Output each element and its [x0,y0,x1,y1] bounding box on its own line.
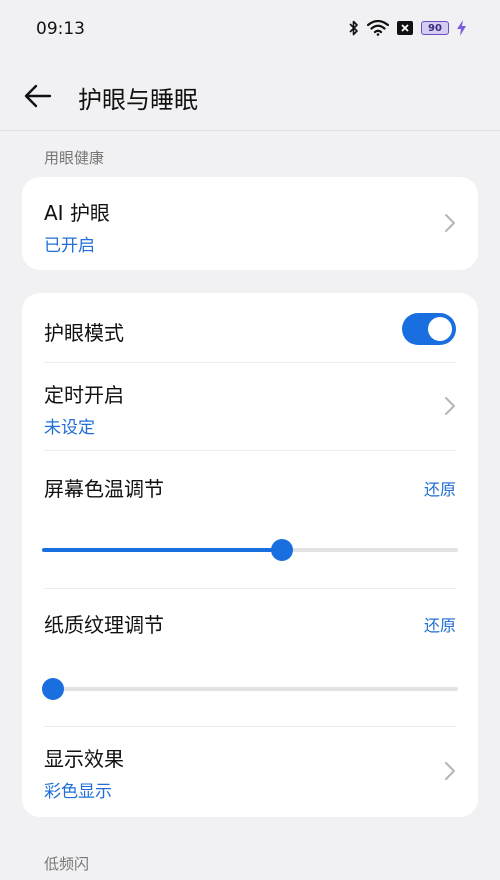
paper-texture-reset-link[interactable]: 还原 [424,612,456,636]
color-temp-row: 屏幕色温调节 还原 [44,451,456,589]
display-effect-status: 彩色显示 [44,782,112,802]
scheduled-title: 定时开启 [44,383,124,407]
back-button[interactable] [22,82,54,110]
ai-eye-care-status: 已开启 [44,236,95,256]
section-title-low-flicker: 低频闪 [44,855,90,873]
status-bar: 09:13 90 [0,0,500,60]
ai-eye-care-card: AI 护眼 已开启 [22,177,478,270]
color-temp-slider[interactable] [42,538,458,562]
paper-texture-title: 纸质纹理调节 [44,613,164,637]
eye-care-settings-card: 护眼模式 定时开启 未设定 屏幕色温调节 还原 纸质纹理调节 还原 显示效果 彩 [22,293,478,817]
display-effect-row[interactable]: 显示效果 彩色显示 [44,727,456,817]
sim-off-icon [397,21,413,35]
slider-track [42,687,458,691]
chevron-right-icon [445,397,455,415]
scheduled-status: 未设定 [44,418,95,438]
paper-texture-slider[interactable] [42,677,458,701]
section-title-eye-health: 用眼健康 [44,149,105,167]
status-time: 09:13 [36,19,85,39]
charging-icon [457,20,466,36]
eye-care-mode-title: 护眼模式 [44,321,124,345]
color-temp-title: 屏幕色温调节 [44,477,164,501]
eye-care-mode-toggle[interactable] [402,313,456,345]
status-icons: 90 [349,20,466,36]
color-temp-reset-link[interactable]: 还原 [424,476,456,500]
header-divider [0,130,500,131]
scheduled-row[interactable]: 定时开启 未设定 [44,363,456,450]
slider-thumb[interactable] [270,539,293,561]
eye-care-mode-row: 护眼模式 [44,293,456,363]
chevron-right-icon [445,214,455,232]
header: 护眼与睡眠 [0,60,500,130]
slider-fill [42,548,282,552]
ai-eye-care-title: AI 护眼 [44,201,110,225]
bluetooth-icon [349,20,359,36]
battery-icon: 90 [421,21,449,35]
paper-texture-row: 纸质纹理调节 还原 [44,589,456,727]
back-arrow-icon [24,84,52,108]
wifi-icon [367,20,389,36]
page-title: 护眼与睡眠 [78,86,198,114]
ai-eye-care-row[interactable]: AI 护眼 已开启 [44,177,456,270]
slider-thumb[interactable] [42,678,64,700]
chevron-right-icon [445,762,455,780]
display-effect-title: 显示效果 [44,747,124,771]
toggle-knob [428,317,452,341]
